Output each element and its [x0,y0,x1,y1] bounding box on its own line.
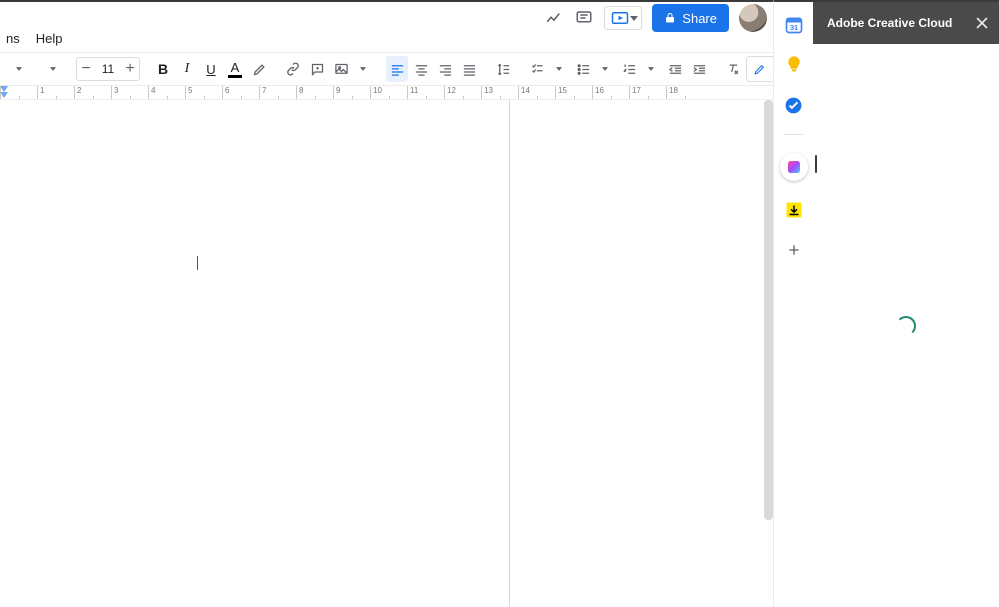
line-spacing-button[interactable] [492,56,514,82]
checklist-caret[interactable] [548,56,570,82]
font-size-value[interactable]: 11 [95,62,121,76]
side-panel-header: Adobe Creative Cloud [813,2,999,44]
text-cursor [197,256,198,270]
font-size-stepper: − 11 + [76,57,140,81]
align-center-button[interactable] [410,56,432,82]
side-panel-body [813,44,999,607]
quick-access-sidebar: 31 [773,0,813,607]
align-right-button[interactable] [434,56,456,82]
font-dropdown[interactable] [42,56,64,82]
document-canvas[interactable] [0,100,773,607]
align-justify-button[interactable] [458,56,480,82]
present-button[interactable] [604,6,642,30]
toolbar: − 11 + B I U A [0,52,773,86]
font-size-increase[interactable]: + [121,58,139,80]
numbered-list-caret[interactable] [640,56,662,82]
indent-button[interactable] [688,56,710,82]
menu-help[interactable]: Help [30,29,69,48]
bulleted-list-button[interactable] [572,56,594,82]
align-left-button[interactable] [386,56,408,82]
page[interactable] [0,100,510,607]
keep-addon[interactable] [783,54,805,76]
present-caret-icon[interactable] [629,6,639,30]
adobe-cc-addon[interactable] [780,153,808,181]
tasks-addon[interactable] [783,94,805,116]
highlight-button[interactable] [248,56,270,82]
side-panel-title: Adobe Creative Cloud [827,16,952,30]
svg-text:31: 31 [789,23,797,32]
menubar: ns Help [0,28,773,48]
ruler[interactable]: 123456789101112131415161718 [0,86,773,100]
checklist-button[interactable] [526,56,548,82]
styles-dropdown[interactable] [8,56,30,82]
text-color-button[interactable]: A [224,56,246,82]
comment-history-icon[interactable] [574,8,594,28]
close-panel-button[interactable] [973,14,991,32]
share-label: Share [682,11,717,26]
insert-comment-button[interactable] [306,56,328,82]
get-addons-button[interactable] [783,239,805,261]
calendar-addon[interactable]: 31 [783,14,805,36]
font-size-decrease[interactable]: − [77,58,95,80]
bulleted-list-caret[interactable] [594,56,616,82]
numbered-list-button[interactable] [618,56,640,82]
pencil-icon [753,63,766,76]
bold-button[interactable]: B [152,56,174,82]
insert-link-button[interactable] [282,56,304,82]
download-addon[interactable] [783,199,805,221]
activity-icon[interactable] [544,8,564,28]
outdent-button[interactable] [664,56,686,82]
underline-button[interactable]: U [200,56,222,82]
insert-image-caret[interactable] [352,56,374,82]
italic-button[interactable]: I [176,56,198,82]
separator [784,134,804,135]
loading-spinner [896,316,916,336]
vertical-scrollbar[interactable] [764,100,773,520]
menu-addons-partial[interactable]: ns [0,29,26,48]
active-indicator [815,155,817,173]
lock-icon [664,12,676,24]
clear-formatting-button[interactable] [722,56,744,82]
side-panel: Adobe Creative Cloud [813,0,999,607]
insert-image-button[interactable] [330,56,352,82]
text-color-swatch [228,75,242,78]
